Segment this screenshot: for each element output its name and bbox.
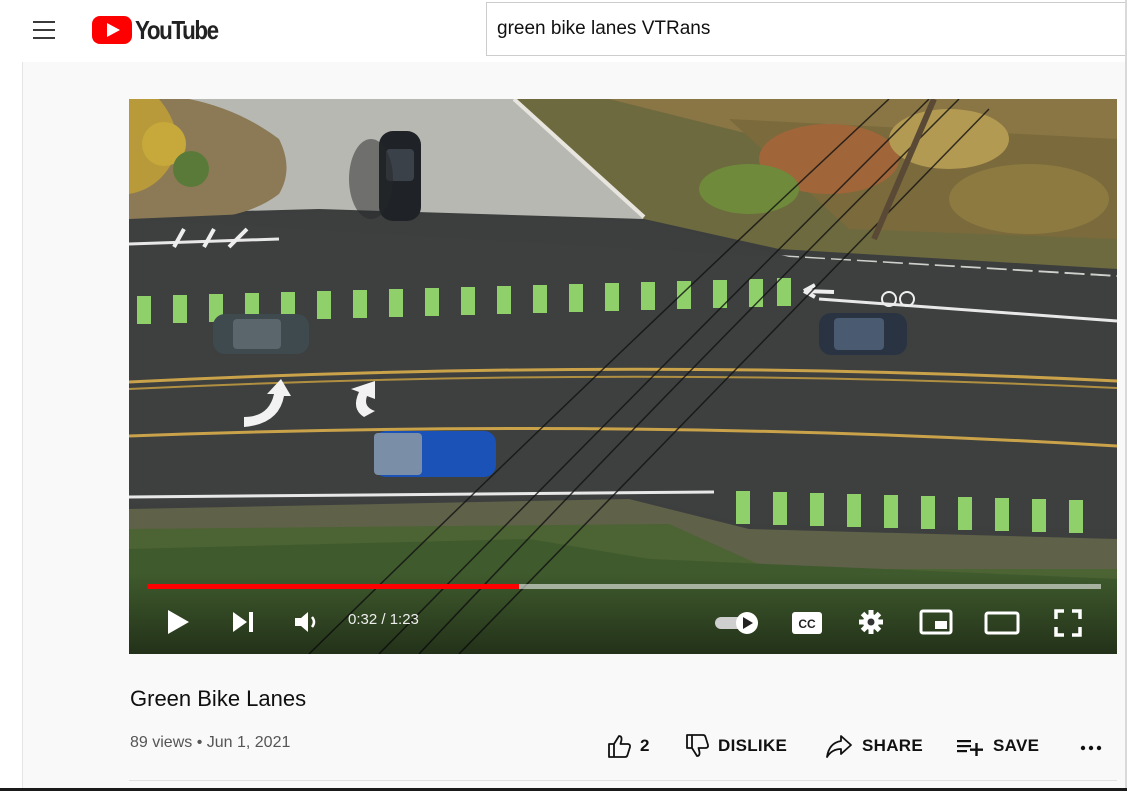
video-meta: 89 views • Jun 1, 2021 — [130, 734, 291, 751]
divider — [129, 780, 1117, 781]
progress-played — [147, 584, 520, 589]
search-box[interactable] — [486, 2, 1127, 56]
save-icon — [957, 740, 983, 756]
youtube-logo-icon — [92, 16, 132, 44]
svg-text:CC: CC — [798, 617, 816, 631]
dislike-button[interactable]: DISLIKE — [684, 730, 787, 762]
like-button[interactable]: 2 — [606, 730, 650, 762]
dislike-label: DISLIKE — [718, 736, 788, 755]
autoplay-toggle-icon[interactable] — [713, 609, 763, 635]
youtube-logo[interactable]: YouTube — [92, 14, 231, 46]
like-icon — [608, 735, 631, 758]
next-icon[interactable] — [230, 610, 256, 634]
fullscreen-icon[interactable] — [1054, 609, 1082, 637]
share-button[interactable]: SHARE — [824, 730, 923, 762]
video-title: Green Bike Lanes — [130, 686, 307, 711]
volume-icon[interactable] — [293, 609, 323, 635]
save-button[interactable]: SAVE — [955, 730, 1039, 762]
more-icon[interactable] — [1078, 730, 1104, 762]
share-icon — [826, 735, 852, 758]
share-label: SHARE — [862, 736, 924, 755]
time-display: 0:32 / 1:23 — [348, 611, 419, 628]
save-label: SAVE — [993, 736, 1040, 755]
captions-icon[interactable]: CC — [791, 611, 823, 635]
dislike-icon — [686, 734, 709, 757]
search-input[interactable] — [497, 18, 1127, 40]
masthead: YouTube — [0, 0, 1127, 62]
progress-bar[interactable] — [147, 584, 1101, 589]
video-frame — [129, 99, 1117, 654]
play-icon[interactable] — [165, 609, 191, 635]
video-player[interactable]: 0:32 / 1:23 CC — [129, 99, 1117, 654]
like-count: 2 — [640, 736, 650, 755]
logo-text: YouTube — [135, 14, 219, 45]
menu-icon[interactable] — [24, 14, 64, 46]
theater-icon[interactable] — [984, 611, 1020, 635]
miniplayer-icon[interactable] — [919, 609, 953, 635]
window-border-left — [22, 62, 23, 791]
settings-icon[interactable] — [857, 608, 885, 636]
